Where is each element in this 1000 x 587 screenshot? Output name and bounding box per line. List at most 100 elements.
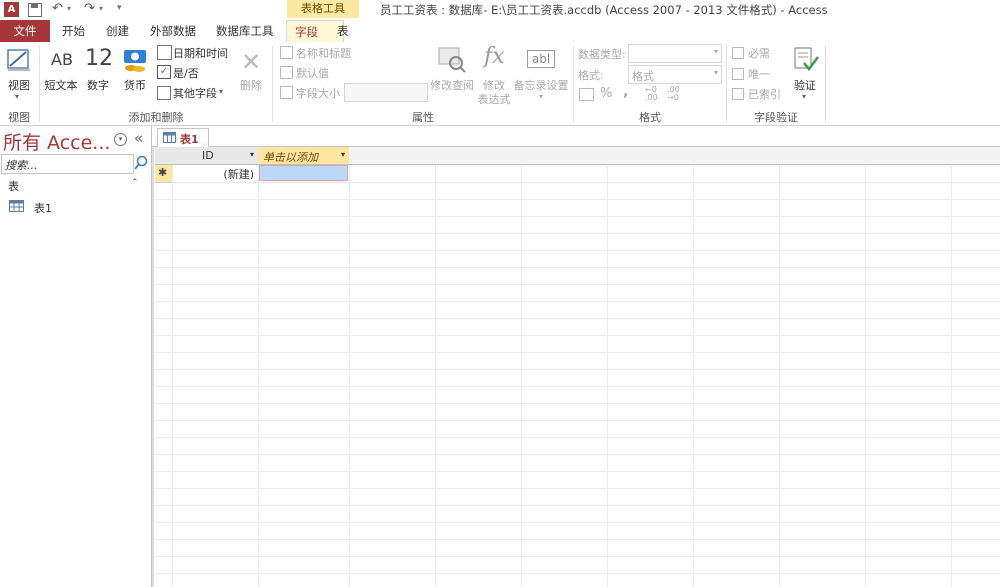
comma-icon[interactable]: ,	[623, 84, 628, 100]
column-dropdown-icon[interactable]: ▾	[341, 150, 345, 159]
unique-checkbox[interactable]	[732, 68, 744, 80]
customize-qat-icon[interactable]: ▾	[117, 3, 122, 13]
record-selector[interactable]: ✱	[155, 165, 172, 183]
divider	[152, 147, 154, 587]
grid-line	[349, 147, 350, 587]
decrease-decimals-icon[interactable]: .00 →0	[667, 86, 685, 102]
grid-line	[155, 369, 1000, 370]
grid-line	[155, 301, 1000, 302]
indexed-checkbox[interactable]	[732, 88, 744, 100]
more-fields-dropdown-icon[interactable]: ▾	[219, 87, 223, 96]
nav-item-table1[interactable]: 表1	[34, 200, 52, 216]
group-add-delete-label: 添加和删除	[128, 111, 184, 124]
view-dropdown-icon[interactable]: ▾	[15, 92, 19, 101]
grid-line	[155, 488, 1000, 489]
required-checkbox[interactable]	[732, 47, 744, 59]
tab-external-data[interactable]: 外部数据	[142, 20, 204, 42]
percent-icon[interactable]: %	[600, 86, 612, 101]
grid-line	[155, 284, 1000, 285]
data-type-select[interactable]: ▾	[628, 44, 722, 63]
ribbon: 视图 ▾ 视图 AB 短文本 12 数字 货币 日期和时间 ✓ 是/否 其他字段…	[0, 42, 1000, 126]
field-size-label: 字段大小	[296, 87, 340, 100]
number-icon[interactable]: 12	[85, 46, 113, 71]
fx-icon[interactable]: fx	[484, 44, 505, 69]
search-icon[interactable]	[134, 155, 148, 171]
modify-lookups-icon[interactable]	[437, 46, 467, 74]
grid-line	[155, 233, 1000, 234]
tab-table1[interactable]: 表1	[157, 128, 209, 148]
grid-line	[155, 420, 1000, 421]
redo-dropdown-icon[interactable]: ▾	[99, 4, 103, 13]
currency-icon[interactable]	[122, 47, 148, 73]
new-record-label: (新建)	[223, 168, 254, 181]
grid-line	[693, 147, 694, 587]
collapse-section-icon[interactable]: ⌃	[131, 178, 139, 188]
select-all-corner[interactable]	[155, 147, 173, 165]
default-value-button[interactable]: 默认值	[296, 65, 329, 81]
undo-dropdown-icon[interactable]: ▾	[67, 4, 71, 13]
name-caption-button[interactable]: 名称和标题	[296, 45, 351, 61]
save-icon[interactable]	[28, 3, 42, 17]
chevron-down-icon: ▾	[713, 47, 718, 56]
column-header-label: 单击以添加	[263, 151, 318, 164]
redo-icon[interactable]: ↷	[84, 1, 95, 16]
modify-lookups-button[interactable]: 修改查阅	[428, 77, 476, 93]
number-button[interactable]: 数字	[84, 77, 112, 93]
currency-format-icon[interactable]	[579, 88, 594, 101]
yes-no-button[interactable]: 是/否	[173, 65, 199, 81]
memo-dropdown-icon[interactable]: ▾	[539, 92, 543, 101]
view-button[interactable]: 视图	[4, 77, 34, 93]
datasheet: ID ▾ 单击以添加 ▾ ✱ (新建)	[155, 147, 1000, 587]
group-properties-label: 属性	[412, 111, 434, 124]
modify-expression-button-line2[interactable]: 表达式	[474, 91, 514, 107]
validation-button[interactable]: 验证	[790, 77, 820, 93]
more-fields-icon	[157, 86, 171, 100]
column-dropdown-icon[interactable]: ▾	[250, 150, 254, 159]
grid-line	[435, 147, 436, 587]
divider	[825, 46, 826, 122]
chevron-down-icon: ▾	[713, 68, 718, 77]
tab-file[interactable]: 文件	[0, 20, 50, 42]
delete-icon[interactable]: ✕	[241, 48, 261, 76]
tab-database-tools[interactable]: 数据库工具	[208, 20, 282, 42]
memo-settings-button[interactable]: 备忘录设置	[512, 77, 570, 93]
table-tools-header: 表格工具	[287, 0, 359, 18]
grid-line	[155, 267, 1000, 268]
cell-click-to-add-new[interactable]	[259, 165, 348, 181]
grid-line	[779, 147, 780, 587]
grid-line	[155, 403, 1000, 404]
delete-button[interactable]: 删除	[236, 77, 266, 93]
more-fields-button[interactable]: 其他字段	[173, 85, 217, 101]
validation-dropdown-icon[interactable]: ▾	[802, 92, 806, 101]
increase-decimals-icon[interactable]: ←0 .00	[645, 86, 663, 102]
shutter-bar-collapse-icon[interactable]: «	[134, 129, 143, 147]
nav-menu-dropdown-icon[interactable]: ▾	[114, 133, 127, 146]
currency-button[interactable]: 货币	[120, 77, 150, 93]
view-icon[interactable]	[4, 46, 34, 76]
short-text-button[interactable]: 短文本	[43, 77, 79, 93]
validation-icon[interactable]	[793, 46, 819, 74]
tab-home[interactable]: 开始	[54, 20, 93, 42]
indexed-label: 已索引	[748, 88, 781, 101]
nav-search-placeholder: 搜索...	[5, 159, 38, 172]
grid-line	[155, 522, 1000, 523]
date-time-button[interactable]: 日期和时间	[173, 45, 228, 61]
column-header-id[interactable]: ID ▾	[172, 147, 259, 165]
grid-line	[155, 556, 1000, 557]
short-text-icon[interactable]: AB	[51, 50, 73, 69]
tab-table[interactable]: 表	[329, 20, 357, 42]
grid-line	[155, 539, 1000, 540]
grid-line	[155, 573, 1000, 574]
tab-create[interactable]: 创建	[98, 20, 137, 42]
nav-section-header[interactable]: 表	[8, 178, 19, 194]
field-size-input[interactable]	[344, 83, 428, 102]
format-select[interactable]: 格式 ▾	[628, 65, 722, 84]
column-header-click-to-add[interactable]: 单击以添加 ▾	[258, 147, 350, 165]
cell-id-new[interactable]: (新建)	[172, 165, 258, 182]
nav-search-input[interactable]: 搜索...	[1, 154, 134, 174]
ribbon-tabs: 文件 开始 创建 外部数据 数据库工具 字段 表	[0, 20, 1000, 43]
undo-icon[interactable]: ↶	[52, 1, 63, 16]
group-view-label: 视图	[8, 111, 30, 124]
memo-icon[interactable]: abl	[527, 50, 555, 68]
nav-pane-title[interactable]: 所有 Acce...	[3, 128, 110, 155]
